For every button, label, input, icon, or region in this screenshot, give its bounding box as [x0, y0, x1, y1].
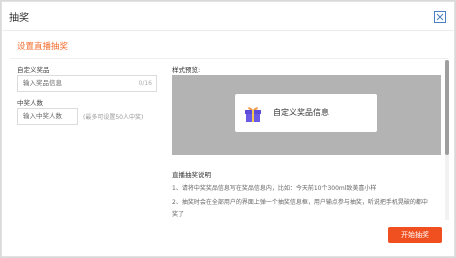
section-divider: [10, 58, 448, 59]
dialog-titlebar: 抽奖: [2, 2, 454, 31]
description-line-2: 2、抽奖时会在全部用户的界面上弹一个抽奖信息框，用户输点参与抽奖，听说把手机晃破…: [172, 199, 428, 206]
description-line-3: 奖了: [172, 211, 185, 218]
prize-placeholder: 输入奖品信息: [23, 79, 62, 87]
start-lottery-button[interactable]: 开始抽奖: [388, 227, 442, 243]
winners-input[interactable]: 输入中奖人数: [17, 108, 78, 125]
scrollbar-thumb[interactable]: [445, 60, 449, 155]
preview-label: 样式预览:: [172, 66, 201, 74]
prize-counter: 0/16: [138, 80, 152, 87]
preview-area: 自定义奖品信息: [172, 75, 441, 155]
gift-icon: [243, 103, 263, 123]
description-line-1: 1、请将中奖奖品信息写在奖品信息内，比如：今天前10个300ml致美喜小样: [172, 185, 377, 192]
section-title: 设置直播抽奖: [17, 42, 69, 52]
scrollbar-track[interactable]: [445, 60, 449, 220]
preview-card-text: 自定义奖品信息: [273, 108, 329, 117]
dialog-title: 抽奖: [9, 13, 29, 24]
close-icon[interactable]: [434, 8, 446, 23]
prize-label: 自定义奖品: [17, 66, 50, 74]
winners-hint: (最多可设置50人中奖): [83, 114, 144, 121]
description-title: 直播抽奖说明: [172, 171, 211, 179]
lottery-dialog: 抽奖 设置直播抽奖 自定义奖品 输入奖品信息 0/16 中奖人数 输入中奖人数 …: [1, 1, 455, 257]
winners-placeholder: 输入中奖人数: [23, 112, 62, 120]
preview-card: 自定义奖品信息: [235, 94, 377, 132]
winners-label: 中奖人数: [17, 99, 43, 107]
prize-input[interactable]: 输入奖品信息 0/16: [17, 75, 157, 92]
